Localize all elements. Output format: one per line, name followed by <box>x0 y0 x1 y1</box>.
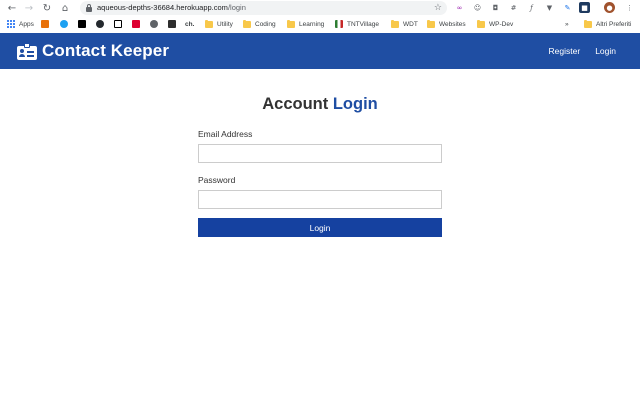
id-badge-icon <box>17 42 37 60</box>
reload-icon[interactable]: ↻ <box>40 1 54 15</box>
nav-links: Register Login <box>549 33 616 69</box>
folder-icon <box>243 19 251 28</box>
bookmark-apps[interactable]: Apps <box>7 18 34 30</box>
twitter-icon <box>60 20 68 28</box>
function-icon[interactable]: ƒ <box>526 2 537 13</box>
login-button[interactable]: Login <box>198 218 442 237</box>
github-icon <box>96 20 104 28</box>
pen-icon[interactable]: ✎ <box>562 2 573 13</box>
register-link[interactable]: Register <box>549 46 581 56</box>
url-text: aqueous-depths-36684.herokuapp.com/login <box>97 3 246 12</box>
bookmark-circle[interactable] <box>150 18 162 30</box>
browser-chrome: ← → ↻ ⌂ aqueous-depths-36684.herokuapp.c… <box>0 0 640 33</box>
face-extension-icon[interactable]: ☺ <box>472 2 483 13</box>
login-form: Email Address Password Login <box>198 126 442 237</box>
bookmark-wdt[interactable]: WDT <box>391 18 418 30</box>
lock-icon <box>86 4 92 12</box>
bookmarks-overflow[interactable]: » <box>565 18 569 30</box>
folder-icon <box>427 19 435 28</box>
email-field[interactable] <box>198 144 442 163</box>
bookmark-terminal[interactable] <box>168 18 180 30</box>
ch-icon: ch. <box>185 20 195 28</box>
bookmark-tntvillage[interactable]: TNTVillage <box>335 18 379 30</box>
folder-icon <box>205 19 213 28</box>
url-bar[interactable]: aqueous-depths-36684.herokuapp.com/login… <box>80 1 447 15</box>
page-title: Account Login <box>0 95 640 114</box>
email-label: Email Address <box>198 129 253 139</box>
address-bar-row: ← → ↻ ⌂ aqueous-depths-36684.herokuapp.c… <box>0 0 640 16</box>
brand[interactable]: Contact Keeper <box>17 40 169 62</box>
folder-icon <box>287 19 295 28</box>
dev-icon <box>78 20 86 28</box>
page-title-accent: Login <box>332 95 378 113</box>
bookmark-wiki[interactable] <box>41 18 53 30</box>
menu-dots-icon[interactable]: ⋮ <box>624 2 635 13</box>
bookmark-wp-dev[interactable]: WP-Dev <box>477 18 513 30</box>
circle-icon <box>150 20 158 28</box>
page-title-prefix: Account <box>262 95 329 113</box>
forward-arrow-icon[interactable]: → <box>22 1 36 15</box>
filter-icon[interactable]: ▼ <box>544 2 555 13</box>
brand-title: Contact Keeper <box>42 41 170 60</box>
bookmark-utility[interactable]: Utility <box>205 18 233 30</box>
bookmark-angular[interactable] <box>132 18 144 30</box>
codepen-icon <box>114 20 122 28</box>
bookmark-star-icon[interactable]: ☆ <box>434 1 442 15</box>
login-link[interactable]: Login <box>595 46 616 56</box>
tntvillage-icon <box>335 20 343 28</box>
avatar[interactable]: ● <box>604 2 615 13</box>
angular-icon <box>132 20 140 28</box>
bookmark-dev[interactable] <box>78 18 90 30</box>
password-label: Password <box>198 175 236 185</box>
tool-extension-icon[interactable]: ■ <box>579 2 590 13</box>
navbar: Contact Keeper Register Login <box>0 33 640 69</box>
bookmark-altri-preferiti[interactable]: Altri Preferiti <box>584 18 631 30</box>
overflow-icon: » <box>565 20 569 28</box>
bookmark-ch[interactable]: ch. <box>185 18 194 30</box>
back-arrow-icon[interactable]: ← <box>5 1 19 15</box>
wiki-icon <box>41 20 49 28</box>
terminal-icon <box>168 20 176 28</box>
hash-icon[interactable]: # <box>508 2 519 13</box>
bookmarks-bar: Apps ch. Utility Coding Learning TNTVill… <box>0 17 640 31</box>
folder-icon <box>584 19 592 28</box>
camera-icon[interactable]: ◘ <box>490 2 501 13</box>
bookmark-github[interactable] <box>96 18 108 30</box>
bookmark-twitter[interactable] <box>60 18 72 30</box>
bookmark-websites[interactable]: Websites <box>427 18 466 30</box>
home-icon[interactable]: ⌂ <box>58 1 72 15</box>
extension-icon[interactable]: ∞ <box>454 2 465 13</box>
folder-icon <box>477 19 485 28</box>
apps-grid-icon <box>7 20 15 28</box>
bookmark-learning[interactable]: Learning <box>287 18 324 30</box>
bookmark-codepen[interactable] <box>114 18 126 30</box>
folder-icon <box>391 19 399 28</box>
password-field[interactable] <box>198 190 442 209</box>
bookmark-coding[interactable]: Coding <box>243 18 276 30</box>
